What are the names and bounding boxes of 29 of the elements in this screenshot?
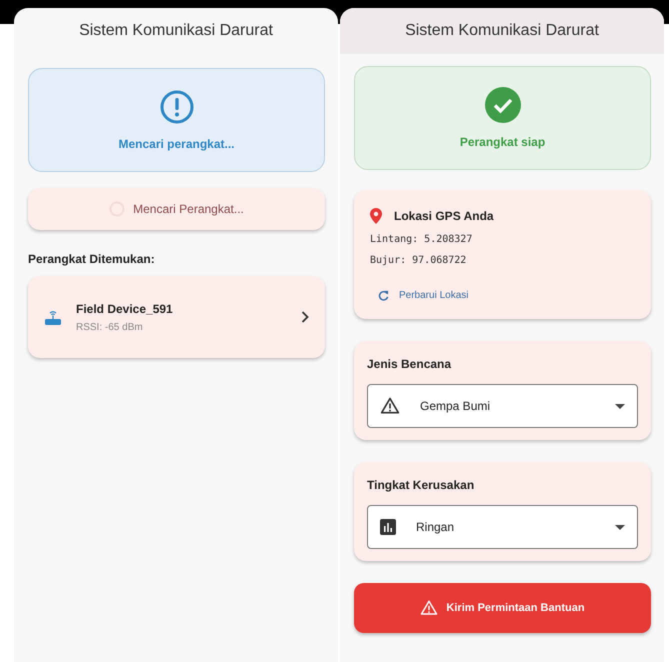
selector-label: Jenis Bencana (367, 357, 452, 371)
router-icon (44, 308, 62, 326)
location-title: Lokasi GPS Anda (394, 209, 494, 223)
device-item[interactable]: Field Device_591 RSSI: -65 dBm (28, 276, 325, 358)
dropdown-caret-icon (615, 524, 625, 530)
scan-button[interactable]: Mencari Perangkat... (28, 188, 325, 230)
location-pin-icon (370, 208, 382, 224)
bar-chart-icon (380, 519, 396, 535)
section-label: Perangkat Ditemukan: (28, 252, 156, 266)
alert-icon (158, 89, 194, 125)
chevron-icon (301, 311, 309, 323)
warning-icon (420, 599, 438, 617)
coordinate-text: Bujur: 97.068722 (370, 255, 468, 266)
app-title: Sistem Komunikasi Darurat (405, 22, 599, 40)
coordinate-text: Lintang: 5.208327 (370, 234, 474, 245)
status-text: Perangkat siap (460, 135, 546, 149)
status-text: Mencari perangkat... (118, 137, 235, 151)
send-request-button[interactable]: Kirim Permintaan Bantuan (354, 583, 651, 633)
device-rssi: RSSI: -65 dBm (76, 322, 144, 332)
selector-label: Tingkat Kerusakan (367, 478, 476, 492)
dropdown-field[interactable]: Ringan (367, 505, 638, 549)
dropdown-caret-icon (615, 404, 625, 408)
dropdown-field[interactable]: Gempa Bumi (367, 384, 638, 428)
app-title: Sistem Komunikasi Darurat (79, 22, 273, 40)
refresh-location-button[interactable]: Perbarui Lokasi (370, 288, 476, 303)
warning-icon (380, 396, 400, 416)
refresh-icon (378, 290, 389, 301)
check-icon (484, 87, 520, 123)
device-name: Field Device_591 (76, 302, 174, 316)
